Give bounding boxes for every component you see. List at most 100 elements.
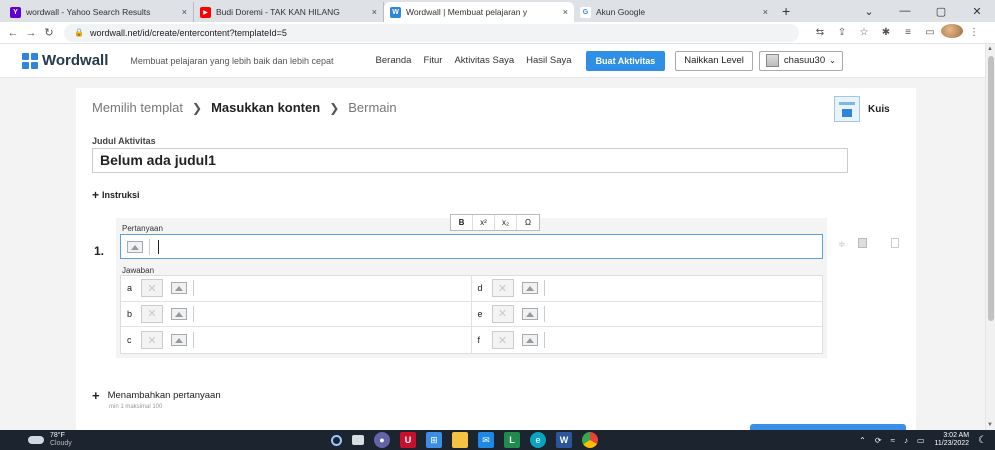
minimize-icon[interactable]: —	[887, 5, 923, 17]
chevron-right-icon: ❯	[192, 100, 203, 115]
new-tab-button[interactable]: +	[774, 2, 798, 22]
mark-correct-icon[interactable]: ✕	[491, 304, 514, 323]
extensions-icon[interactable]: ✱	[875, 27, 897, 38]
answer-row-a[interactable]: a ✕	[121, 276, 472, 302]
nav-fitur[interactable]: Fitur	[423, 55, 442, 66]
create-activity-button[interactable]: Buat Aktivitas	[585, 50, 666, 71]
close-window-icon[interactable]: ✕	[959, 5, 995, 18]
question-input[interactable]	[120, 234, 823, 259]
wifi-icon[interactable]: ≈	[891, 436, 895, 445]
page-scrollbar[interactable]: ▲ ▼	[985, 44, 995, 430]
notification-icon[interactable]: ☾	[978, 435, 987, 446]
scroll-down-icon[interactable]: ▼	[987, 422, 993, 428]
template-indicator[interactable]: Kuis	[834, 96, 890, 122]
subscript-button[interactable]: x₂	[495, 215, 517, 230]
tab-search-icon[interactable]: ⌄	[851, 5, 887, 18]
answer-letter: f	[477, 335, 481, 346]
add-image-icon[interactable]	[171, 307, 187, 320]
chrome-icon[interactable]	[582, 432, 598, 448]
breadcrumb-step-choose-template[interactable]: Memilih templat	[92, 100, 183, 115]
edge-icon[interactable]: e	[530, 432, 546, 448]
add-image-icon[interactable]	[127, 240, 143, 253]
add-image-icon[interactable]	[521, 282, 538, 295]
store-icon[interactable]: ⊞	[426, 432, 442, 448]
share-icon[interactable]: ⇪	[831, 27, 853, 38]
lock-icon: 🔒	[74, 28, 84, 37]
answer-row-f[interactable]: f ✕	[472, 327, 823, 353]
url-input[interactable]: 🔒 wordwall.net/id/create/entercontent?te…	[64, 23, 799, 42]
scroll-up-icon[interactable]: ▲	[987, 46, 993, 52]
tray-chevron-up-icon[interactable]: ⌃	[859, 436, 866, 445]
browser-tab-google-account[interactable]: G Akun Google ×	[574, 2, 774, 22]
volume-icon[interactable]: ♪	[904, 436, 908, 445]
app-l-icon[interactable]: L	[504, 432, 520, 448]
breadcrumb-step-enter-content: Masukkan konten	[211, 100, 321, 115]
wordwall-logo[interactable]: Wordwall	[22, 52, 108, 69]
mcafee-icon[interactable]: U	[400, 432, 416, 448]
add-image-icon[interactable]	[521, 334, 538, 347]
tab-close-icon[interactable]: ×	[763, 7, 768, 17]
side-panel-icon[interactable]: ▭	[919, 27, 941, 38]
reading-list-icon[interactable]: ≡	[897, 27, 919, 38]
question-label: Pertanyaan	[122, 224, 163, 233]
upgrade-button[interactable]: Naikkan Level	[675, 50, 753, 71]
windows-start-icon[interactable]	[308, 434, 321, 447]
browser-menu-icon[interactable]: ⋮	[963, 27, 985, 38]
tab-close-icon[interactable]: ×	[563, 7, 568, 17]
nav-beranda[interactable]: Beranda	[376, 55, 412, 66]
weather-widget[interactable]: 78°F Cloudy	[28, 432, 72, 448]
drag-handle-icon[interactable]: ≑	[838, 239, 846, 250]
reload-icon[interactable]: ↻	[40, 26, 58, 39]
text-caret	[193, 280, 194, 297]
browser-tab-wordwall[interactable]: W Wordwall | Membuat pelajaran y ×	[384, 2, 574, 22]
answer-row-b[interactable]: b ✕	[121, 301, 472, 328]
nav-aktivitas-saya[interactable]: Aktivitas Saya	[454, 55, 514, 66]
address-bar: ← → ↻ 🔒 wordwall.net/id/create/entercont…	[0, 22, 995, 44]
browser-tab-yahoo[interactable]: Y wordwall - Yahoo Search Results ×	[4, 2, 194, 22]
nav-hasil-saya[interactable]: Hasil Saya	[526, 55, 571, 66]
mark-correct-icon[interactable]: ✕	[141, 279, 163, 298]
browser-tab-youtube[interactable]: ▶ Budi Doremi - TAK KAN HILANG ×	[194, 2, 384, 22]
word-icon[interactable]: W	[556, 432, 572, 448]
title-label: Judul Aktivitas	[92, 136, 156, 146]
back-arrow-icon[interactable]: ←	[4, 27, 22, 39]
mark-correct-icon[interactable]: ✕	[141, 304, 163, 323]
answer-row-d[interactable]: d ✕	[471, 276, 822, 302]
mark-correct-icon[interactable]: ✕	[491, 279, 514, 298]
mail-icon[interactable]: ✉	[478, 432, 494, 448]
add-image-icon[interactable]	[521, 307, 538, 320]
add-image-icon[interactable]	[171, 334, 187, 347]
tab-title: Budi Doremi - TAK KAN HILANG	[216, 7, 340, 17]
bookmark-star-icon[interactable]: ☆	[853, 27, 875, 38]
translate-icon[interactable]: ⇆	[809, 27, 831, 38]
delete-icon[interactable]	[890, 238, 911, 250]
superscript-button[interactable]: x²	[473, 215, 495, 230]
add-instructions-button[interactable]: + Instruksi	[92, 189, 140, 201]
battery-icon[interactable]: ▭	[917, 436, 925, 445]
mark-correct-icon[interactable]: ✕	[141, 331, 163, 350]
answer-row-e[interactable]: e ✕	[471, 302, 822, 328]
forward-arrow-icon[interactable]: →	[22, 27, 40, 39]
add-question-button[interactable]: + Menambahkan pertanyaan	[92, 389, 221, 402]
maximize-icon[interactable]: ▢	[923, 5, 959, 18]
search-icon[interactable]	[331, 434, 342, 446]
bold-button[interactable]: B	[451, 215, 473, 230]
divider	[149, 238, 150, 255]
answer-row-c[interactable]: c ✕	[121, 327, 472, 353]
wordwall-favicon-icon: W	[390, 6, 401, 18]
file-explorer-icon[interactable]	[452, 432, 468, 448]
profile-avatar-icon[interactable]	[941, 24, 963, 41]
mark-correct-icon[interactable]: ✕	[491, 331, 514, 350]
clock[interactable]: 3:02 AM 11/23/2022	[935, 432, 970, 448]
task-view-icon[interactable]	[352, 435, 364, 445]
tray-app-icon[interactable]: ⟳	[875, 436, 882, 445]
special-character-button[interactable]: Ω	[517, 215, 539, 230]
tab-close-icon[interactable]: ×	[182, 7, 187, 17]
teams-chat-icon[interactable]: ●	[374, 432, 390, 448]
scrollbar-thumb[interactable]	[988, 56, 994, 321]
add-image-icon[interactable]	[171, 282, 187, 295]
activity-title-input[interactable]: Belum ada judul1	[92, 148, 848, 173]
tab-close-icon[interactable]: ×	[372, 7, 377, 17]
user-menu-button[interactable]: chasuu30 ⌄	[758, 50, 843, 71]
duplicate-icon[interactable]	[857, 238, 879, 250]
